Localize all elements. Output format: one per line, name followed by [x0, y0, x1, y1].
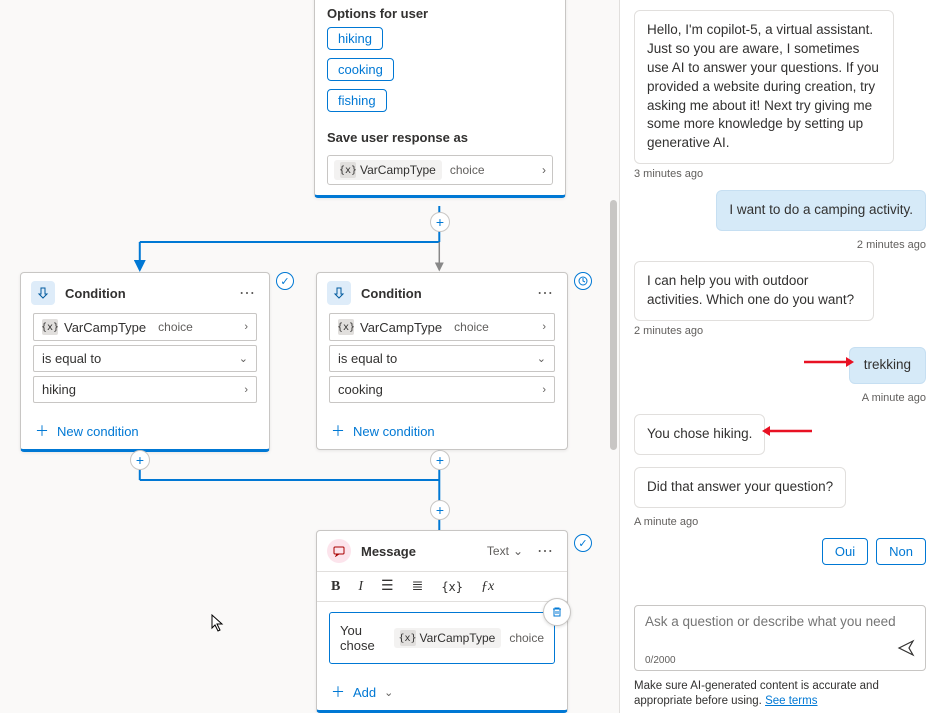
condition-variable[interactable]: {x} VarCampType choice ›	[33, 313, 257, 341]
condition-node-a[interactable]: Condition ⋯ {x} VarCampType choice › is …	[20, 272, 270, 452]
chevron-down-icon: ⌄	[513, 544, 523, 558]
bullet-list-button[interactable]: ☰	[381, 578, 394, 595]
annotation-arrow	[762, 424, 812, 438]
user-message: trekking	[849, 347, 926, 384]
chevron-down-icon: ⌄	[537, 352, 546, 365]
plus-icon: ＋	[35, 421, 49, 441]
chat-input-container: 0/2000	[634, 605, 926, 671]
condition-operator[interactable]: is equal to ⌄	[329, 345, 555, 372]
add-button[interactable]: ＋ Add ⌄	[317, 674, 567, 710]
variable-icon: {x}	[400, 630, 416, 646]
ellipsis-icon[interactable]: ⋯	[533, 283, 557, 303]
status-check-icon: ✓	[574, 534, 592, 552]
chevron-right-icon: ›	[244, 384, 248, 396]
timestamp: 2 minutes ago	[634, 325, 926, 337]
message-body[interactable]: You chose {x} VarCampType choice	[329, 612, 555, 664]
annotation-arrow	[804, 355, 854, 369]
option-chip[interactable]: cooking	[327, 58, 394, 81]
char-count: 0/2000	[645, 655, 915, 666]
quick-reply-button[interactable]: Oui	[822, 538, 868, 565]
chat-input[interactable]	[645, 614, 915, 652]
timestamp: A minute ago	[634, 516, 926, 528]
condition-value[interactable]: cooking ›	[329, 376, 555, 403]
bold-button[interactable]: B	[331, 579, 340, 595]
variable-icon: {x}	[340, 162, 356, 178]
variable-icon: {x}	[42, 319, 58, 335]
add-node-button[interactable]: +	[430, 212, 450, 232]
node-title: Condition	[65, 286, 225, 301]
plus-icon: ＋	[331, 421, 345, 441]
chevron-down-icon: ⌄	[239, 352, 248, 365]
chevron-right-icon: ›	[244, 321, 248, 333]
italic-button[interactable]: I	[358, 579, 363, 595]
add-node-button[interactable]: +	[130, 450, 150, 470]
variable-field[interactable]: {x} VarCampType choice ›	[327, 155, 553, 185]
condition-value[interactable]: hiking ›	[33, 376, 257, 403]
ai-disclaimer: Make sure AI-generated content is accura…	[634, 679, 926, 709]
ellipsis-icon[interactable]: ⋯	[235, 283, 259, 303]
timestamp: A minute ago	[634, 392, 926, 404]
bot-message: Did that answer your question?	[634, 467, 846, 508]
status-check-icon: ✓	[276, 272, 294, 290]
chevron-right-icon: ›	[542, 384, 546, 396]
message-node[interactable]: Message Text ⌄ ⋯ B I ☰ ≣ {x} ƒx	[316, 530, 568, 713]
timestamp: 2 minutes ago	[634, 239, 926, 251]
save-label: Save user response as	[315, 120, 565, 151]
authoring-canvas[interactable]: Options for user hiking cooking fishing …	[0, 0, 620, 713]
user-message: I want to do a camping activity.	[716, 190, 926, 231]
delete-button[interactable]	[543, 598, 571, 626]
chevron-right-icon: ›	[542, 163, 546, 177]
text-type-selector[interactable]: Text ⌄	[487, 544, 523, 558]
variable-button[interactable]: {x}	[441, 580, 463, 594]
bot-message: I can help you with outdoor activities. …	[634, 261, 874, 321]
status-recent-icon	[574, 272, 592, 290]
branch-icon	[31, 281, 55, 305]
numbered-list-button[interactable]: ≣	[412, 578, 424, 595]
node-title: Condition	[361, 286, 523, 301]
plus-icon: ＋	[331, 682, 345, 702]
add-condition-button[interactable]: ＋ New condition	[317, 413, 567, 449]
condition-operator[interactable]: is equal to ⌄	[33, 345, 257, 372]
bot-message: Hello, I'm copilot-5, a virtual assistan…	[634, 10, 894, 164]
options-label: Options for user	[315, 0, 565, 27]
send-button[interactable]	[897, 639, 915, 662]
variable-icon: {x}	[338, 319, 354, 335]
condition-variable[interactable]: {x} VarCampType choice ›	[329, 313, 555, 341]
message-icon	[327, 539, 351, 563]
scrollbar[interactable]	[610, 200, 617, 450]
add-node-button[interactable]: +	[430, 500, 450, 520]
quick-reply-button[interactable]: Non	[876, 538, 926, 565]
option-chip[interactable]: fishing	[327, 89, 387, 112]
chevron-right-icon: ›	[542, 321, 546, 333]
cursor-icon	[211, 614, 227, 634]
formula-button[interactable]: ƒx	[481, 579, 494, 595]
ellipsis-icon[interactable]: ⋯	[533, 541, 557, 561]
branch-icon	[327, 281, 351, 305]
formatting-toolbar: B I ☰ ≣ {x} ƒx	[317, 571, 567, 602]
options-node[interactable]: Options for user hiking cooking fishing …	[314, 0, 566, 198]
see-terms-link[interactable]: See terms	[765, 695, 817, 707]
condition-node-b[interactable]: Condition ⋯ {x} VarCampType choice › is …	[316, 272, 568, 450]
node-title: Message	[361, 544, 477, 559]
chevron-down-icon: ⌄	[384, 686, 393, 699]
option-chip[interactable]: hiking	[327, 27, 383, 50]
bot-message: You chose hiking.	[634, 414, 765, 455]
timestamp: 3 minutes ago	[634, 168, 926, 180]
add-node-button[interactable]: +	[430, 450, 450, 470]
test-chat-panel: Hello, I'm copilot-5, a virtual assistan…	[620, 0, 940, 713]
add-condition-button[interactable]: ＋ New condition	[21, 413, 269, 449]
